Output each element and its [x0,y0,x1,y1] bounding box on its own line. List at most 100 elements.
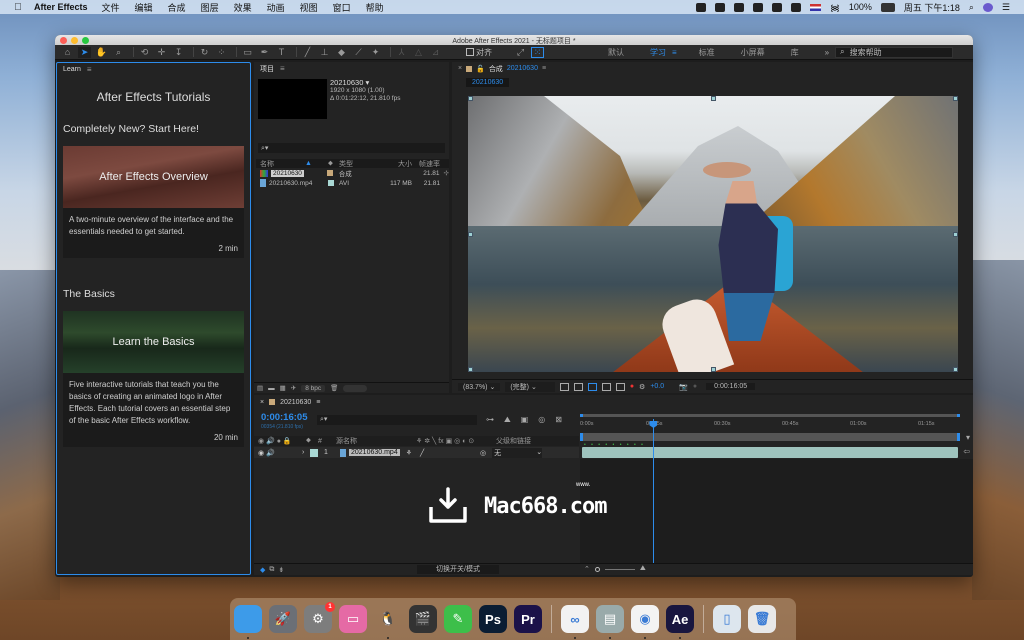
timeline-graph[interactable]: 0:00s 00:15s 00:30s 00:45s 01:00s 01:15s… [580,409,973,575]
layer-switches-toggle-icon[interactable]: ◆ [260,566,265,574]
menu-app-name[interactable]: After Effects [34,2,88,12]
dock-app-chrome[interactable]: ◉ [631,605,659,639]
display-status-icon[interactable] [772,2,783,12]
project-item-row[interactable]: 20210630.mp4 AVI 117 MB 21.81 [256,178,449,188]
menu-animation[interactable]: 动画 [267,1,285,14]
time-ruler[interactable]: 0:00s 00:15s 00:30s 00:45s 01:00s 01:15s [580,419,960,431]
menu-edit[interactable]: 编辑 [135,1,153,14]
item-name[interactable]: 20210630 [271,169,304,177]
label-color-swatch[interactable] [327,180,334,186]
expand-layer-chevron-icon[interactable]: › [302,449,310,456]
view-axis-icon[interactable]: ⊿ [429,47,442,58]
cc-status-icon[interactable] [753,2,764,12]
timeline-search-input[interactable]: ⌕▾ [317,415,477,425]
color-channels-icon[interactable]: ● [630,383,634,390]
workspace-standard[interactable]: 标准 [699,47,715,58]
show-snapshot-icon[interactable]: ● [693,383,697,390]
transform-handle-top-left[interactable] [468,96,473,101]
toggle-status-icon[interactable] [734,2,745,12]
render-queue-icon[interactable]: ✈ [291,384,296,392]
motion-blur-icon[interactable]: ◎ [538,415,545,425]
quality-switch-icon[interactable]: ╱ [420,449,480,457]
panel-menu-icon[interactable]: ≡ [87,65,92,74]
pen-tool-icon[interactable]: ✒ [258,47,271,58]
notification-center-icon[interactable]: ☰ [1002,2,1010,13]
dock-app-qq[interactable]: 🐧 [374,605,402,639]
comp-marker-bin-icon[interactable]: ▾ [966,433,970,442]
snap-grid-icon[interactable]: ⁙ [531,46,544,58]
composition-panel-tab[interactable]: × 🔓 合成 20210630 ≡ [452,62,973,75]
layer-row[interactable]: ◉ 🔊 › 1 20210630.mp4 ⚘ ╱ ◎ 无 ⌄ [254,447,579,458]
project-item-row[interactable]: 20210630 合成 21.81 ⊹ [256,168,449,178]
new-composition-icon[interactable]: ▦ [280,384,286,392]
column-parent-link[interactable]: 父级和链接 [496,436,531,446]
composition-mini-flowchart-icon[interactable]: ⊶ [486,415,494,425]
shield-status-icon[interactable] [791,2,802,12]
dock-app-cleanmymac[interactable]: ▭ [339,605,367,633]
snap-checkbox[interactable] [466,48,474,56]
new-folder-icon[interactable]: ▬ [268,385,275,392]
av-features-icons[interactable]: ◉ 🔊 ● 🔒 [254,437,306,445]
playhead-line[interactable] [653,419,655,575]
parent-dropdown[interactable]: 无 ⌄ [492,447,543,458]
transform-handle-bottom-right[interactable] [953,367,958,372]
creative-cloud-status-icon[interactable] [715,2,726,12]
menu-effect[interactable]: 效果 [234,1,252,14]
toggle-switches-modes-button[interactable]: 切换开关/模式 [417,565,499,574]
exposure-value[interactable]: +0.0 [650,383,664,390]
pan-camera-tool-icon[interactable]: ✛ [155,47,168,58]
transform-handle-top[interactable] [711,96,716,101]
dolly-camera-tool-icon[interactable]: ↧ [172,47,185,58]
in-out-toggle-icon[interactable]: ⇟ [278,566,284,574]
puppet-pin-tool-icon[interactable]: ✦ [369,47,382,58]
close-tab-icon[interactable]: × [458,65,462,72]
column-frame-rate[interactable]: 帧速率 [414,159,440,169]
draft-3d-icon[interactable]: ⛰ [504,415,511,425]
workspace-default[interactable]: 默认 [608,47,624,58]
roto-brush-tool-icon[interactable]: ⟋ [352,47,365,58]
exposure-reset-icon[interactable]: ⚙ [639,383,645,391]
transform-handle-right[interactable] [953,232,958,237]
region-of-interest-icon[interactable] [601,382,611,391]
panel-menu-icon[interactable]: ≡ [280,64,285,73]
zoom-slider-track[interactable] [604,568,635,570]
column-type[interactable]: 类型 [337,159,382,169]
zoom-in-icon[interactable]: ⛰ [640,565,646,573]
dock-app-after-effects[interactable]: Ae [666,605,694,639]
dock-app-system-preferences[interactable]: ⚙ 1 [304,602,335,633]
transform-handle-bottom[interactable] [711,367,716,372]
column-name[interactable]: 名称 ▲ [256,159,324,169]
siri-icon[interactable] [982,2,993,12]
clone-stamp-tool-icon[interactable]: ⊥ [318,47,331,58]
time-navigator[interactable] [580,414,960,417]
local-axis-icon[interactable]: ⅄ [395,47,408,58]
menu-help[interactable]: 帮助 [366,1,384,14]
clock[interactable]: 周五 下午1:18 [904,1,960,14]
label-column-icon[interactable]: ⬥ [306,437,318,445]
menu-layer[interactable]: 图层 [201,1,219,14]
workspace-small-screen[interactable]: 小屏幕 [741,47,765,58]
input-source-flag-icon[interactable] [810,3,822,11]
graph-editor-icon[interactable]: ⊠ [555,415,562,425]
tutorial-card-basics[interactable]: Learn the Basics Five interactive tutori… [63,311,244,447]
column-size[interactable]: 大小 [382,159,414,169]
snap-options-icon[interactable]: ⤢ [514,47,527,58]
composition-viewer[interactable] [468,96,958,372]
bit-depth-button[interactable]: 8 bpc [301,384,326,392]
dock-app-photoshop[interactable]: Ps [479,605,507,633]
column-source-name[interactable]: 源名称 [336,436,416,446]
type-tool-icon[interactable]: T [275,47,288,58]
help-search-field[interactable]: ⌕ 搜索帮助 [835,46,954,58]
dock-app-launchpad[interactable]: 🚀 [269,605,297,633]
timeline-zoom-slider[interactable]: ⌃ ⛰ [584,565,646,573]
workspace-menu-icon[interactable]: ≡ [672,48,677,57]
wifi-icon[interactable]: ᯼ [830,1,840,14]
transform-handle-left[interactable] [468,232,473,237]
work-area-bar[interactable] [580,433,960,441]
layer-name[interactable]: 20210630.mp4 [349,449,400,456]
transfer-controls-toggle-icon[interactable]: ⧉ [269,566,274,574]
label-color-swatch[interactable] [327,170,334,176]
project-panel-tab[interactable]: 项目 ≡ [254,62,449,75]
close-tab-icon[interactable]: × [260,399,264,406]
mask-visibility-icon[interactable] [587,382,597,391]
